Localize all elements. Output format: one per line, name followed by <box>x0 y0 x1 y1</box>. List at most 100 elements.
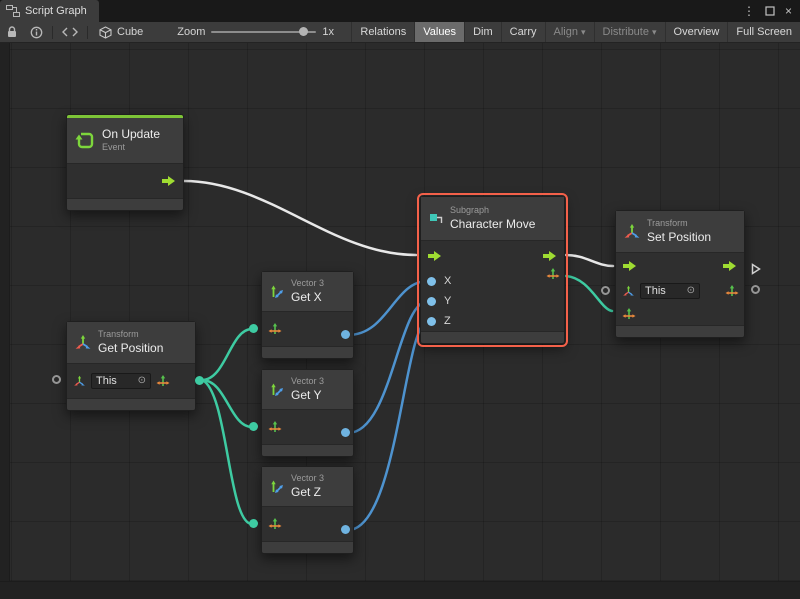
node-title: Set Position <box>647 230 711 245</box>
set-position-this-port[interactable] <box>601 286 610 295</box>
vector3-move-icon <box>268 420 282 434</box>
flow-output-port[interactable] <box>161 175 177 187</box>
get-y-input-port[interactable] <box>249 422 258 431</box>
node-footer <box>262 346 353 358</box>
get-x-output-port[interactable] <box>341 330 350 339</box>
window-controls: ⋮ × <box>743 0 800 22</box>
zoom-slider[interactable] <box>211 31 316 33</box>
port-label-x: X <box>444 275 451 287</box>
node-get-z[interactable]: Vector 3 Get Z <box>261 466 354 554</box>
lock-icon[interactable] <box>0 22 24 42</box>
flow-row <box>421 241 564 271</box>
node-header: Vector 3 Get Y <box>262 370 353 410</box>
script-graph-window: Script Graph ⋮ × <box>0 0 800 599</box>
this-dropdown[interactable]: This ⊙ <box>640 283 700 299</box>
floating-value-port[interactable] <box>751 285 760 294</box>
node-header: Transform Get Position <box>67 322 195 364</box>
vector3-icon <box>269 479 285 495</box>
node-title: Get X <box>291 290 324 305</box>
input-row-x: X <box>421 271 564 291</box>
node-title: On Update <box>102 127 160 142</box>
align-label: Align <box>554 26 578 38</box>
x-input-port[interactable] <box>427 277 436 286</box>
flow-input-port[interactable] <box>622 260 638 272</box>
flow-output-port[interactable] <box>542 250 558 262</box>
maximize-icon[interactable] <box>765 6 775 16</box>
node-title: Get Position <box>98 341 163 356</box>
flow-output-port[interactable] <box>722 260 738 272</box>
node-footer <box>67 198 183 210</box>
distribute-label: Distribute <box>603 26 649 38</box>
target-row: This ⊙ <box>67 364 195 398</box>
floating-flow-port[interactable] <box>751 263 761 275</box>
get-position-this-port[interactable] <box>52 375 61 384</box>
graph-toolbar: Cube Zoom 1x Relations Values Dim Carry … <box>0 22 800 43</box>
toolbar-separator <box>87 26 88 39</box>
get-z-input-port[interactable] <box>249 519 258 528</box>
this-value: This <box>645 285 666 297</box>
subgraph-icon <box>428 211 444 227</box>
node-footer <box>262 444 353 456</box>
code-icon[interactable] <box>56 22 84 42</box>
node-title: Character Move <box>450 217 535 232</box>
node-footer <box>421 331 564 343</box>
node-footer <box>262 541 353 553</box>
zoom-value: 1x <box>322 26 334 38</box>
node-get-x[interactable]: Vector 3 Get X <box>261 271 354 359</box>
relations-button[interactable]: Relations <box>351 22 414 42</box>
vector3-move-icon <box>268 322 282 336</box>
input-row-z: Z <box>421 311 564 331</box>
node-get-y[interactable]: Vector 3 Get Y <box>261 369 354 457</box>
values-button[interactable]: Values <box>414 22 464 42</box>
node-set-position[interactable]: Transform Set Position This ⊙ <box>615 210 745 338</box>
transform-icon <box>74 334 92 352</box>
node-character-move[interactable]: Subgraph Character Move X Y Z <box>420 196 565 344</box>
graph-object[interactable]: Cube <box>91 26 151 39</box>
node-title: Get Y <box>291 388 324 403</box>
node-on-update[interactable]: On Update Event <box>66 114 184 211</box>
vector3-move-icon <box>156 374 170 388</box>
target-icon: ⊙ <box>687 286 695 296</box>
cube-icon <box>99 26 112 39</box>
get-y-output-port[interactable] <box>341 428 350 437</box>
zoom-slider-knob[interactable] <box>299 27 308 36</box>
window-menu-icon[interactable]: ⋮ <box>743 5 755 17</box>
zoom-control: Zoom 1x <box>177 26 334 38</box>
tab-script-graph[interactable]: Script Graph <box>0 0 99 22</box>
overview-button[interactable]: Overview <box>665 22 728 42</box>
get-x-input-port[interactable] <box>249 324 258 333</box>
node-footer <box>616 325 744 337</box>
vector3-output-port[interactable] <box>725 284 739 298</box>
vertical-scroll-gutter[interactable] <box>0 43 10 599</box>
node-category: Transform <box>98 329 163 340</box>
node-category: Transform <box>647 218 711 229</box>
horizontal-scroll-gutter[interactable] <box>0 581 800 599</box>
flow-output-row <box>67 164 183 198</box>
toolbar-separator <box>52 26 53 39</box>
node-footer <box>67 398 195 410</box>
carry-button[interactable]: Carry <box>501 22 545 42</box>
flow-input-port[interactable] <box>427 250 443 262</box>
node-get-position[interactable]: Transform Get Position This ⊙ <box>66 321 196 411</box>
y-input-port[interactable] <box>427 297 436 306</box>
get-z-output-port[interactable] <box>341 525 350 534</box>
close-icon[interactable]: × <box>785 5 792 17</box>
node-category: Vector 3 <box>291 278 324 289</box>
vector3-output-port[interactable] <box>546 267 560 281</box>
vector3-input-port[interactable] <box>622 307 636 321</box>
node-category: Vector 3 <box>291 376 324 387</box>
node-header: On Update Event <box>67 118 183 164</box>
target-icon: ⊙ <box>138 376 146 386</box>
axis-icon <box>622 285 635 298</box>
input-row-y: Y <box>421 291 564 311</box>
get-position-output-port[interactable] <box>195 376 204 385</box>
z-input-port[interactable] <box>427 317 436 326</box>
this-dropdown[interactable]: This ⊙ <box>91 373 151 389</box>
full-screen-button[interactable]: Full Screen <box>727 22 800 42</box>
port-label-z: Z <box>444 315 451 327</box>
align-button: Align ▾ <box>545 22 594 42</box>
info-icon[interactable] <box>24 22 49 42</box>
dim-button[interactable]: Dim <box>464 22 501 42</box>
port-label-y: Y <box>444 295 451 307</box>
axis-icon <box>73 375 86 388</box>
